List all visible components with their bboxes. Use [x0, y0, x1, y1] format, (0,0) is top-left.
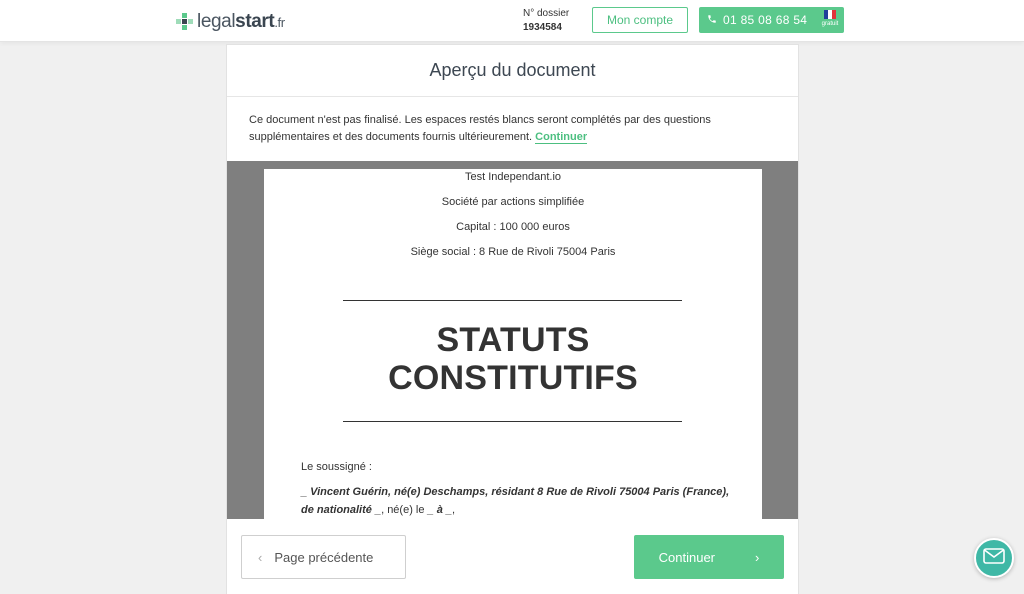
- chevron-left-icon: ‹: [258, 549, 263, 565]
- top-header: legalstart.fr N° dossier 1934584 Mon com…: [0, 0, 1024, 42]
- document-title-line2: CONSTITUTIFS: [388, 359, 638, 397]
- continue-button[interactable]: Continuer ›: [634, 535, 784, 579]
- dossier-info: N° dossier 1934584: [523, 7, 569, 35]
- logo-icon: [176, 13, 194, 31]
- account-button[interactable]: Mon compte: [592, 7, 688, 33]
- company-capital: Capital : 100 000 euros: [456, 221, 570, 233]
- divider-bottom: [343, 421, 682, 422]
- phone-button[interactable]: 01 85 08 68 54 gratuit: [699, 7, 844, 33]
- preview-notice: Ce document n'est pas finalisé. Les espa…: [227, 97, 798, 160]
- page-title: Aperçu du document: [227, 45, 798, 97]
- phone-icon: [707, 14, 717, 27]
- dossier-label: N° dossier: [523, 8, 570, 19]
- previous-page-label: Page précédente: [274, 549, 374, 565]
- legalstart-logo[interactable]: legalstart.fr: [176, 11, 285, 33]
- document-preview-card: Aperçu du document Ce document n'est pas…: [226, 44, 799, 594]
- continue-label: Continuer: [658, 549, 716, 565]
- divider-top: [343, 300, 682, 301]
- previous-page-button[interactable]: ‹ Page précédente: [241, 535, 406, 579]
- chevron-right-icon: ›: [755, 549, 760, 565]
- document-page: Test Independant.io Société par actions …: [264, 169, 762, 519]
- document-title-line1: STATUTS: [436, 321, 590, 359]
- document-viewer[interactable]: Test Independant.io Société par actions …: [227, 161, 798, 519]
- chat-button[interactable]: [974, 538, 1014, 578]
- free-badge: gratuit: [821, 21, 839, 27]
- signatory-text: _ Vincent Guérin, né(e) Deschamps, résid…: [301, 486, 730, 516]
- phone-number: 01 85 08 68 54: [723, 13, 808, 27]
- french-flag-icon: gratuit: [820, 10, 840, 27]
- company-seat: Siège social : 8 Rue de Rivoli 75004 Par…: [410, 246, 616, 258]
- mail-icon: [983, 547, 1005, 569]
- logo-text: legalstart.fr: [197, 11, 285, 32]
- dossier-number: 1934584: [523, 22, 562, 33]
- notice-text: Ce document n'est pas finalisé. Les espa…: [249, 114, 711, 143]
- company-name: Test Independant.io: [464, 171, 562, 183]
- continue-link[interactable]: Continuer: [535, 131, 588, 144]
- intro-text: Le soussigné :: [301, 461, 372, 473]
- company-form: Société par actions simplifiée: [441, 196, 585, 208]
- navigation-bar: ‹ Page précédente Continuer ›: [227, 519, 798, 594]
